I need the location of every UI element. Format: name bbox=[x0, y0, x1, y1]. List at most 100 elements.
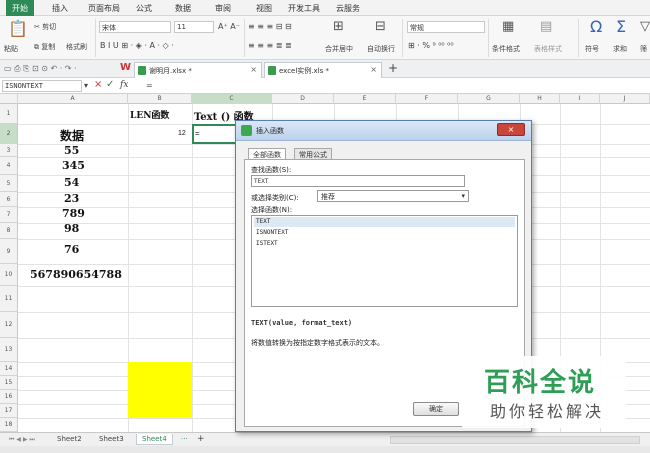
font-size-select[interactable]: 11 bbox=[174, 21, 214, 33]
symbol-icon[interactable]: Ω bbox=[590, 17, 602, 36]
cancel-formula-icon[interactable]: × bbox=[94, 79, 102, 90]
cut-button[interactable]: ✂ 剪切 bbox=[34, 22, 56, 32]
row-header-13[interactable]: 13 bbox=[0, 338, 18, 362]
formula-input[interactable]: = bbox=[146, 81, 153, 90]
ok-button[interactable]: 确定 bbox=[413, 402, 459, 416]
wrap-icon[interactable]: ⊟ bbox=[375, 19, 386, 34]
column-header-d[interactable]: D bbox=[272, 94, 334, 104]
confirm-formula-icon[interactable]: ✓ bbox=[106, 79, 114, 90]
menu-cloud[interactable]: 云服务 bbox=[336, 3, 360, 14]
row-header-9[interactable]: 9 bbox=[0, 239, 18, 264]
row-header-10[interactable]: 10 bbox=[0, 264, 18, 286]
sheet-tab-3[interactable]: Sheet3 bbox=[94, 434, 129, 444]
highlighted-cell-range[interactable] bbox=[128, 362, 192, 418]
column-header-f[interactable]: F bbox=[396, 94, 458, 104]
bold-italic-underline-icon[interactable]: B I U ⊞ · ◈ · A · ◇ · bbox=[100, 41, 174, 50]
function-list-item[interactable]: TEXT bbox=[254, 217, 515, 227]
format-painter-button[interactable]: 格式刷 bbox=[66, 42, 87, 52]
close-button[interactable]: × bbox=[497, 123, 525, 136]
menu-review[interactable]: 审阅 bbox=[215, 3, 231, 14]
conditional-format-button[interactable]: 条件格式 bbox=[492, 44, 520, 54]
font-name-select[interactable]: 宋体 bbox=[99, 21, 171, 33]
insert-function-icon[interactable]: fx bbox=[120, 80, 128, 90]
cell-a6[interactable]: 23 bbox=[64, 192, 79, 205]
close-icon[interactable]: × bbox=[370, 65, 377, 74]
cell-a3[interactable]: 55 bbox=[64, 144, 79, 157]
copy-button[interactable]: ⧉ 复制 bbox=[34, 42, 55, 52]
merge-center-button[interactable]: 合并居中 bbox=[325, 44, 353, 54]
row-header-1[interactable]: 1 bbox=[0, 104, 18, 124]
row-header-3[interactable]: 3 bbox=[0, 144, 18, 157]
wrap-text-button[interactable]: 自动换行 bbox=[367, 44, 395, 54]
font-grow-shrink-icon[interactable]: A⁺ A⁻ bbox=[218, 22, 240, 31]
doc-tab-1[interactable]: 谢明月.xlsx * × bbox=[134, 62, 262, 78]
cell-a8[interactable]: 98 bbox=[64, 222, 79, 235]
column-header-g[interactable]: G bbox=[458, 94, 520, 104]
quick-access-icons[interactable]: ▭ ⎙ ⎘ ⊡ ⊙ ↶ · ↷ · bbox=[4, 64, 77, 74]
row-header-7[interactable]: 7 bbox=[0, 207, 18, 223]
function-list-item[interactable]: ISTEXT bbox=[254, 239, 515, 249]
search-function-input[interactable]: TEXT bbox=[251, 175, 465, 187]
column-header-e[interactable]: E bbox=[334, 94, 396, 104]
cell-a9[interactable]: 76 bbox=[64, 243, 79, 256]
add-sheet-icon[interactable]: + bbox=[192, 433, 210, 445]
column-header-c[interactable]: C bbox=[192, 94, 272, 104]
table-style-button[interactable]: 表格样式 bbox=[534, 44, 562, 54]
select-all-corner[interactable] bbox=[0, 94, 18, 104]
row-header-5[interactable]: 5 bbox=[0, 175, 18, 192]
doc-tab-2[interactable]: excel实例.xls * × bbox=[264, 62, 382, 78]
row-header-4[interactable]: 4 bbox=[0, 157, 18, 175]
cell-a2[interactable]: 数据 bbox=[60, 127, 84, 144]
menu-insert[interactable]: 插入 bbox=[52, 3, 68, 14]
cell-a10[interactable]: 567890654788 bbox=[30, 268, 122, 281]
chevron-down-icon[interactable]: ▾ bbox=[84, 81, 88, 90]
sheet-tab-2[interactable]: Sheet2 bbox=[52, 434, 87, 444]
close-icon[interactable]: × bbox=[250, 65, 257, 74]
currency-percent-icon[interactable]: ⊞ · % ⁹ ⁰⁰ ⁰⁰ bbox=[408, 41, 454, 50]
column-header-i[interactable]: I bbox=[560, 94, 600, 104]
paste-icon[interactable]: 📋 bbox=[8, 19, 28, 38]
menu-data[interactable]: 数据 bbox=[175, 3, 191, 14]
dialog-title-bar[interactable]: 插入函数 × bbox=[236, 121, 531, 141]
row-header-6[interactable]: 6 bbox=[0, 192, 18, 207]
column-header-a[interactable]: A bbox=[18, 94, 128, 104]
align-top-icon[interactable]: ≡ ≡ ≡ ⊟ ⊟ bbox=[248, 22, 292, 31]
align-left-icon[interactable]: ≡ ≡ ≡ ≣ ≣ bbox=[248, 41, 292, 50]
row-header-16[interactable]: 16 bbox=[0, 390, 18, 404]
menu-formulas[interactable]: 公式 bbox=[136, 3, 152, 14]
row-header-15[interactable]: 15 bbox=[0, 376, 18, 390]
number-format-select[interactable]: 常规 bbox=[407, 21, 485, 33]
column-header-j[interactable]: J bbox=[600, 94, 650, 104]
new-tab-icon[interactable]: + bbox=[388, 61, 398, 75]
name-box[interactable]: ISNONTEXT bbox=[2, 80, 82, 92]
row-header-17[interactable]: 17 bbox=[0, 404, 18, 418]
horizontal-scrollbar[interactable] bbox=[390, 436, 640, 444]
cell-a5[interactable]: 54 bbox=[64, 176, 79, 189]
function-list[interactable]: TEXT ISNONTEXT ISTEXT bbox=[251, 215, 518, 307]
sum-button[interactable]: 求和 bbox=[613, 44, 627, 54]
conditional-format-icon[interactable]: ▦ bbox=[502, 19, 514, 34]
sheet-nav-icons[interactable]: ⏮ ◀ ▶ ⏭ bbox=[4, 435, 40, 445]
paste-button[interactable]: 粘贴 bbox=[4, 44, 18, 54]
cell-a4[interactable]: 345 bbox=[62, 159, 85, 172]
symbol-button[interactable]: 符号 bbox=[585, 44, 599, 54]
row-header-14[interactable]: 14 bbox=[0, 362, 18, 376]
function-list-item[interactable]: ISNONTEXT bbox=[254, 228, 515, 238]
row-header-2[interactable]: 2 bbox=[0, 124, 18, 144]
column-header-b[interactable]: B bbox=[128, 94, 192, 104]
cell-b1[interactable]: LEN函数 bbox=[130, 108, 169, 121]
merge-icon[interactable]: ⊞ bbox=[333, 19, 344, 34]
cell-a7[interactable]: 789 bbox=[62, 207, 85, 220]
cell-b2[interactable]: 12 bbox=[178, 130, 186, 137]
row-header-18[interactable]: 18 bbox=[0, 418, 18, 432]
menu-page-layout[interactable]: 页面布局 bbox=[88, 3, 120, 14]
menu-developer[interactable]: 开发工具 bbox=[288, 3, 320, 14]
column-header-h[interactable]: H bbox=[520, 94, 560, 104]
filter-button[interactable]: 筛 bbox=[640, 44, 647, 54]
more-sheets-icon[interactable]: ··· bbox=[176, 434, 193, 444]
row-header-8[interactable]: 8 bbox=[0, 223, 18, 239]
row-header-12[interactable]: 12 bbox=[0, 312, 18, 338]
table-style-icon[interactable]: ▤ bbox=[540, 19, 552, 34]
filter-icon[interactable]: ▽ bbox=[640, 19, 650, 34]
menu-home[interactable]: 开始 bbox=[6, 0, 34, 16]
